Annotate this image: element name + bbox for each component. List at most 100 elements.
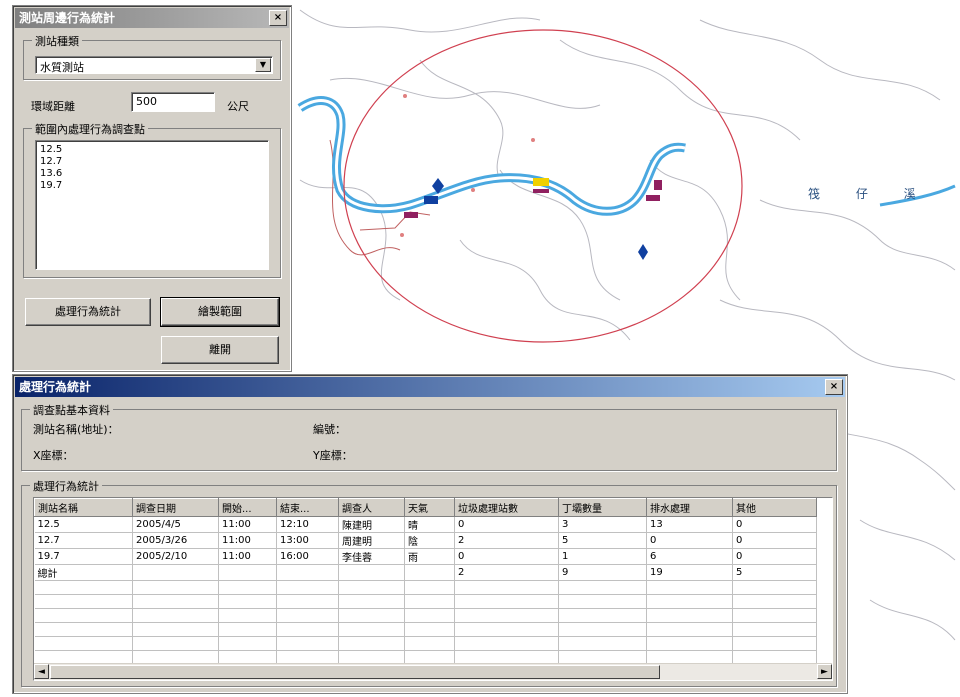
station-type-select[interactable]: 水質測站 ▼	[35, 56, 273, 74]
list-item[interactable]: 13.6	[40, 168, 264, 180]
table-cell: 19.7	[34, 548, 133, 565]
column-header[interactable]: 丁壩數量	[558, 498, 647, 517]
empty-cell	[558, 622, 647, 637]
column-header[interactable]: 調查日期	[132, 498, 219, 517]
table-cell: 3	[558, 516, 647, 533]
empty-cell	[646, 594, 733, 609]
table-row[interactable]: 12.7 2005/3/26 11:00 13:00 周建明陰 2 5 0 0	[34, 532, 817, 549]
table-cell: 2005/4/5	[132, 516, 219, 533]
scroll-right-button[interactable]: ►	[817, 664, 832, 679]
table-cell: 雨	[404, 548, 455, 565]
empty-cell	[132, 608, 219, 623]
table-header-row: 測站名稱 調查日期 開始... 結束... 調查人 天氣 垃圾處理站數 丁壩數量…	[34, 498, 817, 517]
table-cell: 9	[558, 564, 647, 581]
table-cell: 1	[558, 548, 647, 565]
exit-button[interactable]: 離開	[161, 336, 279, 364]
list-item[interactable]: 12.5	[40, 144, 264, 156]
table-row[interactable]: 19.7 2005/2/10 11:00 16:00 李佳蓉雨 0 1 6 0	[34, 548, 817, 565]
empty-cell	[276, 580, 339, 595]
column-header[interactable]: 其他	[732, 498, 817, 517]
empty-cell	[276, 594, 339, 609]
empty-cell	[558, 636, 647, 651]
table-cell: 12.5	[34, 516, 133, 533]
table-cell: 11:00	[218, 516, 277, 533]
empty-cell	[34, 580, 133, 595]
empty-cell	[732, 594, 817, 609]
empty-row	[34, 608, 817, 623]
table-cell: 0	[646, 532, 733, 549]
chevron-down-icon[interactable]: ▼	[255, 58, 271, 72]
empty-row	[34, 622, 817, 637]
scroll-thumb[interactable]	[50, 665, 660, 679]
horizontal-scrollbar[interactable]: ◄ ►	[34, 663, 832, 680]
empty-cell	[218, 580, 277, 595]
column-header[interactable]: 結束...	[276, 498, 339, 517]
empty-cell	[34, 636, 133, 651]
column-header[interactable]: 垃圾處理站數	[454, 498, 559, 517]
empty-cell	[646, 580, 733, 595]
empty-cell	[276, 608, 339, 623]
empty-cell	[454, 580, 559, 595]
column-header[interactable]: 排水處理	[646, 498, 733, 517]
empty-cell	[732, 636, 817, 651]
empty-cell	[218, 594, 277, 609]
empty-cell	[338, 594, 405, 609]
station-name-label: 測站名稱(地址)：	[33, 423, 119, 436]
list-item[interactable]: 19.7	[40, 180, 264, 192]
stats-window-titlebar[interactable]: 處理行為統計 ×	[15, 377, 845, 397]
list-item[interactable]: 12.7	[40, 156, 264, 168]
empty-cell	[732, 580, 817, 595]
table-row[interactable]: 12.5 2005/4/5 11:00 12:10 陳建明晴 0 3 13 0	[34, 516, 817, 533]
table-cell: 16:00	[276, 548, 339, 565]
station-query-window: 測站周邊行為統計 × 測站種類 水質測站 ▼ 環域距離 500 公尺 範圍內處理…	[12, 5, 292, 372]
empty-cell	[558, 594, 647, 609]
survey-points-listbox[interactable]: 12.5 12.7 13.6 19.7	[35, 140, 269, 270]
table-cell: 周建明	[338, 532, 405, 549]
table-cell: 0	[732, 516, 817, 533]
draw-range-button[interactable]: 繪製範圍	[160, 297, 280, 327]
buffer-distance-input[interactable]: 500	[131, 92, 215, 112]
survey-points-group-title: 範圍內處理行為調查點	[32, 121, 148, 137]
column-header[interactable]: 開始...	[218, 498, 277, 517]
table-cell: 13	[646, 516, 733, 533]
table-cell: 19	[646, 564, 733, 581]
query-window-title: 測站周邊行為統計	[19, 11, 116, 25]
empty-cell	[218, 636, 277, 651]
scroll-left-button[interactable]: ◄	[34, 664, 49, 679]
table-cell: 6	[646, 548, 733, 565]
empty-cell	[276, 622, 339, 637]
table-cell: 晴	[404, 516, 455, 533]
empty-row	[34, 636, 817, 651]
empty-cell	[132, 580, 219, 595]
stats-window-close-button[interactable]: ×	[825, 379, 843, 395]
empty-row	[34, 594, 817, 609]
river-label: 筏 仔 溪	[808, 187, 932, 201]
column-header[interactable]: 天氣	[404, 498, 455, 517]
table-cell	[338, 564, 405, 581]
query-window-titlebar[interactable]: 測站周邊行為統計 ×	[15, 8, 289, 28]
empty-cell	[646, 608, 733, 623]
query-window-close-button[interactable]: ×	[269, 10, 287, 26]
table-cell: 0	[732, 548, 817, 565]
empty-cell	[34, 622, 133, 637]
table-cell: 13:00	[276, 532, 339, 549]
empty-cell	[646, 636, 733, 651]
stat-grid[interactable]: 測站名稱 調查日期 開始... 結束... 調查人 天氣 垃圾處理站數 丁壩數量…	[33, 497, 833, 681]
column-header[interactable]: 測站名稱	[34, 498, 133, 517]
station-type-value: 水質測站	[40, 61, 84, 74]
table-cell: 2	[454, 564, 559, 581]
buffer-unit-label: 公尺	[227, 100, 249, 113]
empty-cell	[218, 608, 277, 623]
table-row[interactable]: 總計 2 9 19 5	[34, 564, 817, 581]
empty-cell	[732, 608, 817, 623]
empty-cell	[558, 608, 647, 623]
table-cell: 11:00	[218, 532, 277, 549]
behavior-stat-button[interactable]: 處理行為統計	[25, 298, 151, 326]
stats-window-title: 處理行為統計	[19, 380, 92, 394]
empty-cell	[132, 622, 219, 637]
stat-table: 測站名稱 調查日期 開始... 結束... 調查人 天氣 垃圾處理站數 丁壩數量…	[34, 498, 817, 665]
number-label: 編號：	[313, 423, 346, 436]
empty-cell	[34, 594, 133, 609]
behavior-stats-window: 處理行為統計 × 調查點基本資料 測站名稱(地址)： 編號： X座標： Y座標：…	[12, 374, 848, 694]
column-header[interactable]: 調查人	[338, 498, 405, 517]
